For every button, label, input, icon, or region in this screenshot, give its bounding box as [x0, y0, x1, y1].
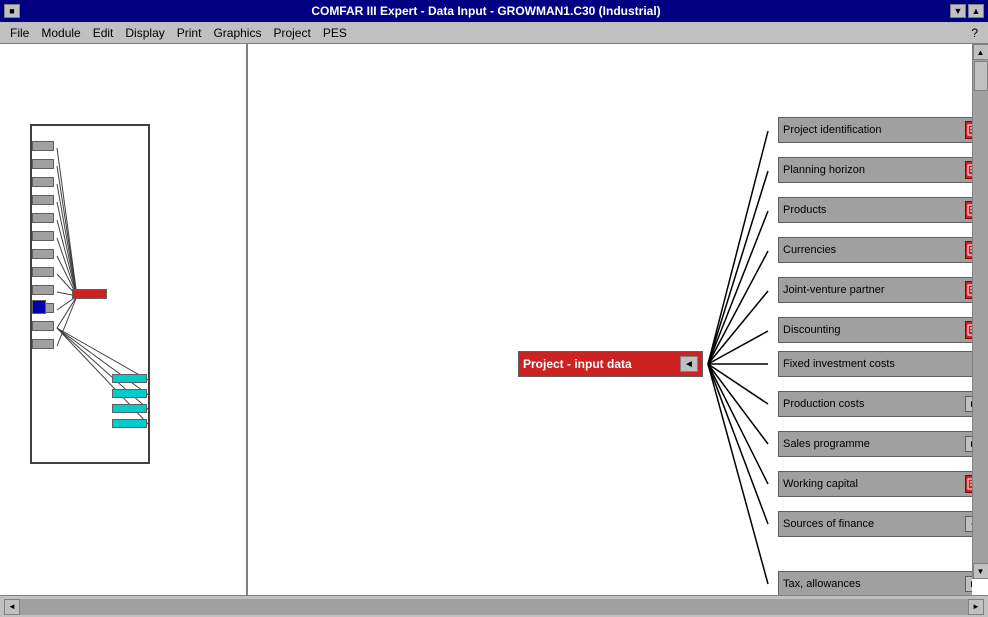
branch-label-7: Production costs	[783, 398, 864, 410]
mini-node-6	[32, 231, 54, 241]
branch-label-6: Fixed investment costs	[783, 358, 895, 370]
menu-print[interactable]: Print	[171, 24, 208, 42]
branch-arrow-11: ►	[965, 576, 972, 592]
branch-arrow-10: ◄	[965, 516, 972, 532]
mini-node-7	[32, 249, 54, 259]
scroll-up-button[interactable]: ▲	[973, 44, 988, 60]
branch-icon-2	[965, 201, 972, 219]
main-area: Project - input data ◄ Project identific…	[0, 44, 988, 595]
mini-node-8	[32, 267, 54, 277]
mini-blue-node	[32, 300, 46, 314]
title-bar-label: COMFAR III Expert - Data Input - GROWMAN…	[22, 4, 950, 18]
mini-node-9	[32, 285, 54, 295]
branch-arrow-7: ►	[965, 396, 972, 412]
scroll-down-button[interactable]: ▼	[973, 563, 988, 579]
minimap-container	[30, 124, 150, 464]
branch-currencies[interactable]: Currencies	[778, 237, 972, 263]
branch-sales-programme[interactable]: Sales programme ►	[778, 431, 972, 457]
branch-label-4: Joint-venture partner	[783, 284, 885, 296]
horizontal-scrollbar: ◄ ►	[4, 599, 984, 615]
branch-icon-1	[965, 161, 972, 179]
menu-file[interactable]: File	[4, 24, 35, 42]
mini-central-node	[72, 289, 107, 299]
menu-bar: File Module Edit Display Print Graphics …	[0, 22, 988, 44]
mini-node-1	[32, 141, 54, 151]
mini-node-11	[32, 321, 54, 331]
diagram-area: Project - input data ◄ Project identific…	[248, 44, 972, 595]
diagram-panel: Project - input data ◄ Project identific…	[248, 44, 988, 595]
branch-products[interactable]: Products	[778, 197, 972, 223]
branch-discounting[interactable]: Discounting	[778, 317, 972, 343]
menu-graphics[interactable]: Graphics	[207, 24, 267, 42]
mini-node-4	[32, 195, 54, 205]
mini-node-2	[32, 159, 54, 169]
minimap-panel	[0, 44, 248, 595]
mini-node-5	[32, 213, 54, 223]
central-node-arrow: ◄	[680, 356, 698, 372]
scroll-right-button[interactable]: ►	[968, 599, 984, 615]
branch-label-11: Tax, allowances	[783, 578, 861, 590]
branch-label-8: Sales programme	[783, 438, 870, 450]
minimize-button[interactable]: ▼	[950, 4, 966, 18]
scroll-track-vertical[interactable]	[973, 60, 988, 563]
branch-label-10: Sources of finance	[783, 518, 874, 530]
mini-cyan-2	[112, 389, 147, 398]
branch-production-costs[interactable]: Production costs ►	[778, 391, 972, 417]
branch-icon-9	[965, 475, 972, 493]
branch-joint-venture[interactable]: Joint-venture partner	[778, 277, 972, 303]
branch-label-3: Currencies	[783, 244, 836, 256]
vertical-scrollbar: ▲ ▼	[972, 44, 988, 579]
central-node-label: Project - input data	[523, 357, 632, 371]
branch-label-1: Planning horizon	[783, 164, 865, 176]
branch-label-2: Products	[783, 204, 826, 216]
menu-module[interactable]: Module	[35, 24, 86, 42]
scroll-left-button[interactable]: ◄	[4, 599, 20, 615]
mini-node-3	[32, 177, 54, 187]
mini-node-12	[32, 339, 54, 349]
maximize-button[interactable]: ▲	[968, 4, 984, 18]
branch-label-0: Project identification	[783, 124, 881, 136]
menu-project[interactable]: Project	[267, 24, 316, 42]
scroll-thumb-vertical[interactable]	[974, 61, 988, 91]
mini-cyan-1	[112, 374, 147, 383]
branch-planning-horizon[interactable]: Planning horizon	[778, 157, 972, 183]
system-menu-button[interactable]: ■	[4, 4, 20, 18]
bottom-bar: ◄ ►	[0, 595, 988, 617]
branch-working-capital[interactable]: Working capital	[778, 471, 972, 497]
branch-arrow-8: ►	[965, 436, 972, 452]
menu-display[interactable]: Display	[119, 24, 170, 42]
branch-icon-4	[965, 281, 972, 299]
mini-cyan-4	[112, 419, 147, 428]
branch-fixed-investment[interactable]: Fixed investment costs ►	[778, 351, 972, 377]
menu-edit[interactable]: Edit	[87, 24, 120, 42]
branch-icon-0	[965, 121, 972, 139]
branch-icon-3	[965, 241, 972, 259]
branch-project-identification[interactable]: Project identification	[778, 117, 972, 143]
branch-sources-finance[interactable]: Sources of finance ◄	[778, 511, 972, 537]
menu-help[interactable]: ?	[965, 24, 984, 42]
branch-icon-5	[965, 321, 972, 339]
scroll-track-horizontal[interactable]	[20, 599, 968, 615]
branch-label-9: Working capital	[783, 478, 858, 490]
branch-tax-allowances[interactable]: Tax, allowances ►	[778, 571, 972, 595]
menu-pes[interactable]: PES	[317, 24, 353, 42]
title-bar: ■ COMFAR III Expert - Data Input - GROWM…	[0, 0, 988, 22]
mini-cyan-3	[112, 404, 147, 413]
central-node[interactable]: Project - input data ◄	[518, 351, 703, 377]
branch-label-5: Discounting	[783, 324, 840, 336]
